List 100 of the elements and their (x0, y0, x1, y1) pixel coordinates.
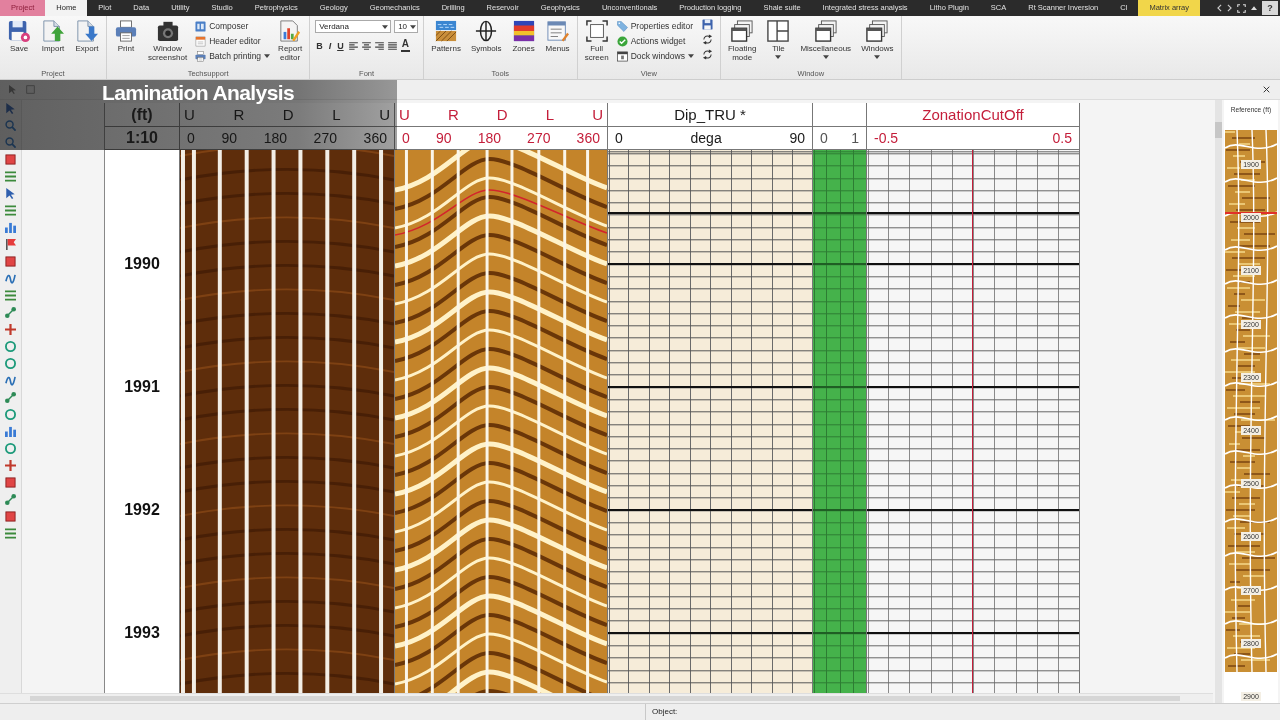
justify-icon[interactable] (387, 41, 397, 50)
font-family-combobox[interactable]: Verdana (315, 20, 392, 33)
ribbon-button[interactable]: Windows (857, 19, 898, 60)
chevron-left-icon[interactable] (1217, 4, 1222, 12)
stacked-windows-icon (731, 20, 754, 42)
square-icon[interactable] (5, 477, 16, 488)
pointer-icon[interactable] (5, 188, 16, 199)
ribbon-button[interactable]: Menus (541, 19, 574, 54)
ribbon-button[interactable]: Import (37, 19, 69, 54)
cycle-arrows-icon[interactable] (701, 49, 713, 60)
tag-icon (616, 20, 628, 32)
lines-icon[interactable] (5, 290, 16, 301)
font-color-button[interactable]: A (400, 39, 410, 52)
ribbon-button[interactable]: Symbols (466, 19, 506, 54)
ribbon-button[interactable]: Full screen (580, 19, 613, 63)
caret-down-icon (410, 24, 417, 29)
wave-icon[interactable] (5, 375, 16, 386)
align-right-icon[interactable] (374, 41, 384, 50)
stacked-windows-icon (866, 20, 889, 42)
scale-label: 180 (263, 130, 287, 146)
bars-icon[interactable] (5, 426, 16, 437)
check-circle-icon (616, 35, 628, 47)
pointer-icon[interactable] (5, 103, 16, 114)
ribbon-button[interactable]: Zones (507, 19, 540, 54)
connected-dots-icon[interactable] (5, 307, 16, 318)
ribbon-button[interactable]: Report editor (274, 19, 307, 63)
scale-label: -0.5 (874, 130, 899, 146)
orientation-label: R (447, 106, 459, 123)
zoom-icon[interactable] (5, 120, 16, 131)
scale-label: 360 (363, 130, 387, 146)
help-button[interactable]: ? (1262, 1, 1278, 15)
text-style-button[interactable]: I (327, 40, 333, 51)
plus-icon[interactable] (5, 460, 16, 471)
scale-label: dega (690, 130, 722, 146)
ring-icon[interactable] (5, 443, 16, 454)
connected-dots-icon[interactable] (5, 494, 16, 505)
track-title: ZonationCutOff (922, 106, 1024, 123)
track-title: Dip_TRU * (674, 106, 746, 123)
printer-icon (195, 50, 207, 62)
connected-dots-icon[interactable] (5, 392, 16, 403)
scale-label: 270 (527, 130, 551, 146)
scale-label: 0 (402, 130, 410, 146)
bars-icon[interactable] (5, 222, 16, 233)
wave-icon[interactable] (5, 273, 16, 284)
ribbon-button[interactable]: Header editor (193, 34, 273, 48)
plus-icon[interactable] (5, 324, 16, 335)
caret-up-icon[interactable] (1251, 6, 1257, 10)
text-style-button[interactable]: B (315, 40, 324, 51)
square-icon[interactable] (5, 256, 16, 267)
square-icon[interactable] (5, 511, 16, 522)
ribbon-button[interactable]: Tile (762, 19, 795, 60)
status-label: Object: (651, 706, 678, 718)
orientation-label: U (592, 106, 603, 123)
cycle-arrows-icon[interactable] (701, 34, 713, 45)
align-left-icon[interactable] (348, 41, 358, 50)
ring-icon[interactable] (5, 409, 16, 420)
lines-icon[interactable] (5, 171, 16, 182)
camera-icon (156, 20, 179, 42)
video-title: Lamination Analysis (102, 81, 295, 105)
ribbon-button[interactable]: Print (110, 19, 142, 54)
list-pencil-icon (546, 20, 569, 42)
ribbon-button[interactable]: Dock windows (614, 49, 696, 63)
scale-label: 0.5 (1052, 130, 1072, 146)
ribbon-button[interactable]: Patterns (427, 19, 465, 54)
ribbon-button[interactable]: Save (3, 19, 35, 54)
lines-icon[interactable] (5, 528, 16, 539)
font-size-combobox[interactable]: 10 (394, 20, 419, 33)
ribbon-button[interactable]: Batch printing (193, 49, 273, 63)
scale-label: 90 (789, 130, 805, 146)
scrollbar-thumb[interactable] (30, 696, 1180, 701)
ribbon-button[interactable]: Miscellaneous (796, 19, 856, 60)
ribbon-button[interactable]: Window screenshot (144, 19, 192, 63)
ribbon-button[interactable]: Composer (193, 19, 273, 33)
ribbon-button[interactable]: Actions widget (614, 34, 696, 48)
close-icon[interactable] (1263, 86, 1270, 93)
document-down-arrow-icon (76, 20, 98, 42)
ring-icon[interactable] (5, 358, 16, 369)
grid-tile-icon (195, 20, 207, 32)
text-style-button[interactable]: U (336, 40, 345, 51)
orientation-label: D (496, 106, 508, 123)
chevron-right-icon[interactable] (1227, 4, 1232, 12)
vertical-scrollbar[interactable] (1215, 100, 1222, 703)
scrollbar-thumb[interactable] (1215, 122, 1222, 138)
ring-icon[interactable] (5, 341, 16, 352)
zoom-icon[interactable] (5, 137, 16, 148)
expand-icon[interactable] (1237, 3, 1246, 13)
ribbon-button[interactable]: Export (71, 19, 103, 54)
caret-down-icon (382, 24, 389, 29)
square-icon[interactable] (5, 154, 16, 165)
ribbon-button[interactable]: Properties editor (614, 19, 696, 33)
ribbon-button[interactable]: Floating mode (723, 19, 761, 63)
orientation-label: U (379, 106, 390, 123)
color-stripes-icon (512, 20, 535, 42)
depth-label: 1990 (124, 255, 160, 273)
flag-icon[interactable] (5, 239, 16, 250)
scale-label: 180 (477, 130, 501, 146)
lines-icon[interactable] (5, 205, 16, 216)
scale-label: 1 (851, 130, 859, 146)
horizontal-scrollbar[interactable] (0, 693, 1213, 703)
align-center-icon[interactable] (361, 41, 371, 50)
